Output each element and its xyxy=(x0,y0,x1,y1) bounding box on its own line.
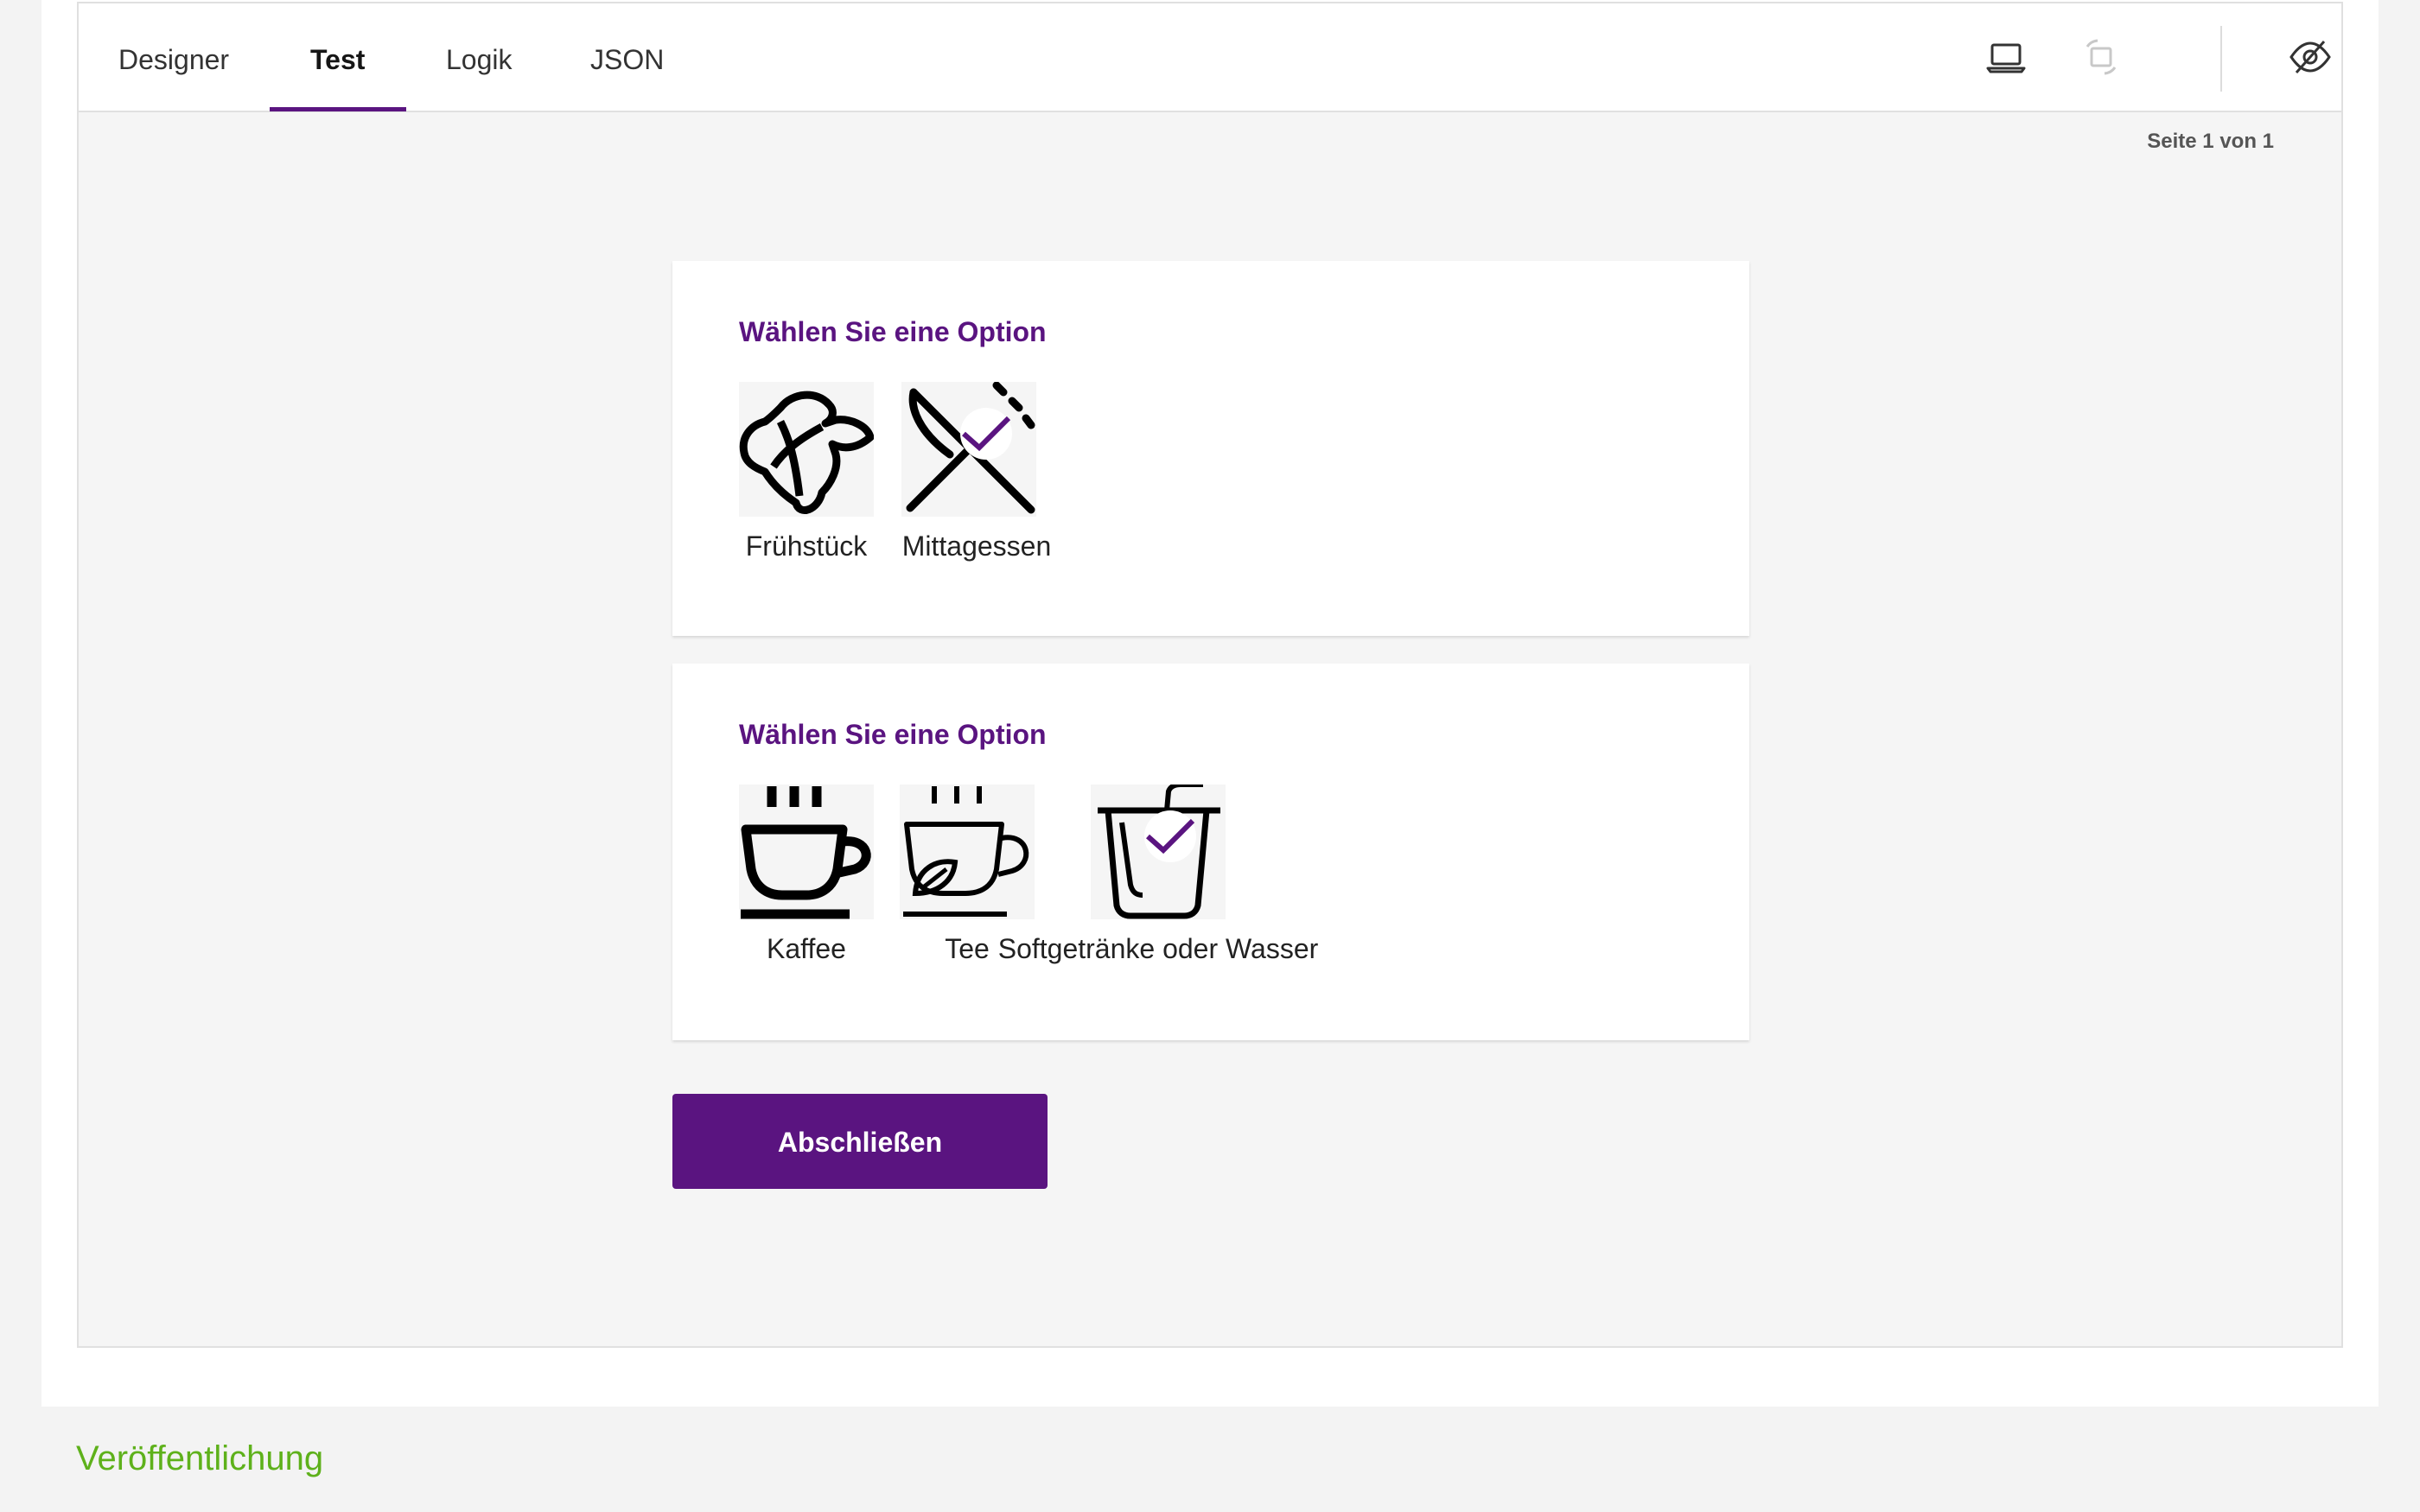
tea-cup-icon xyxy=(903,786,1029,917)
choice-image xyxy=(739,382,874,517)
toolbar-divider xyxy=(2220,26,2222,92)
choice-image xyxy=(900,785,1035,919)
laptop-icon xyxy=(1986,43,2026,73)
choice-label: Mittagessen xyxy=(901,530,1052,562)
choice-image xyxy=(739,785,874,919)
orientation-button[interactable] xyxy=(2073,29,2129,85)
question-drink: Wählen Sie eine Option Kaffee Tee Softge… xyxy=(672,664,1749,1040)
tab-test[interactable]: Test xyxy=(310,3,365,112)
choice-image xyxy=(901,382,1036,517)
survey-editor: Designer Test Logik JSON Seite 1 von 1 W… xyxy=(77,2,2343,1348)
selected-check-icon xyxy=(960,408,1012,460)
rotate-device-icon xyxy=(2086,39,2117,75)
choice-label: Kaffee xyxy=(767,933,846,964)
selected-check-icon xyxy=(1144,810,1196,862)
choice-label: Softgetränke oder Wasser xyxy=(997,933,1319,964)
page-indicator: Seite 1 von 1 xyxy=(2147,130,2274,153)
tab-json[interactable]: JSON xyxy=(590,3,664,112)
question-meal: Wählen Sie eine Option Frühstück Mittage… xyxy=(672,261,1749,636)
tab-bar: Designer Test Logik JSON xyxy=(79,3,2341,112)
coffee-cup-icon xyxy=(741,786,871,919)
tab-designer[interactable]: Designer xyxy=(118,3,229,112)
active-tab-indicator xyxy=(270,107,406,111)
hide-invisible-button[interactable] xyxy=(2283,29,2338,85)
tab-logic[interactable]: Logik xyxy=(446,3,513,112)
choice-label: Tee xyxy=(945,933,990,964)
choice-image xyxy=(1091,785,1226,919)
choice-label: Frühstück xyxy=(745,530,868,562)
question-title: Wählen Sie eine Option xyxy=(739,719,1047,750)
question-title: Wählen Sie eine Option xyxy=(739,316,1047,347)
eye-slash-icon xyxy=(2289,41,2331,73)
complete-button[interactable]: Abschließen xyxy=(672,1094,1048,1189)
croissant-icon xyxy=(739,391,874,514)
device-button[interactable] xyxy=(1978,29,2034,85)
publish-section-title: Veröffentlichung xyxy=(76,1439,324,1477)
